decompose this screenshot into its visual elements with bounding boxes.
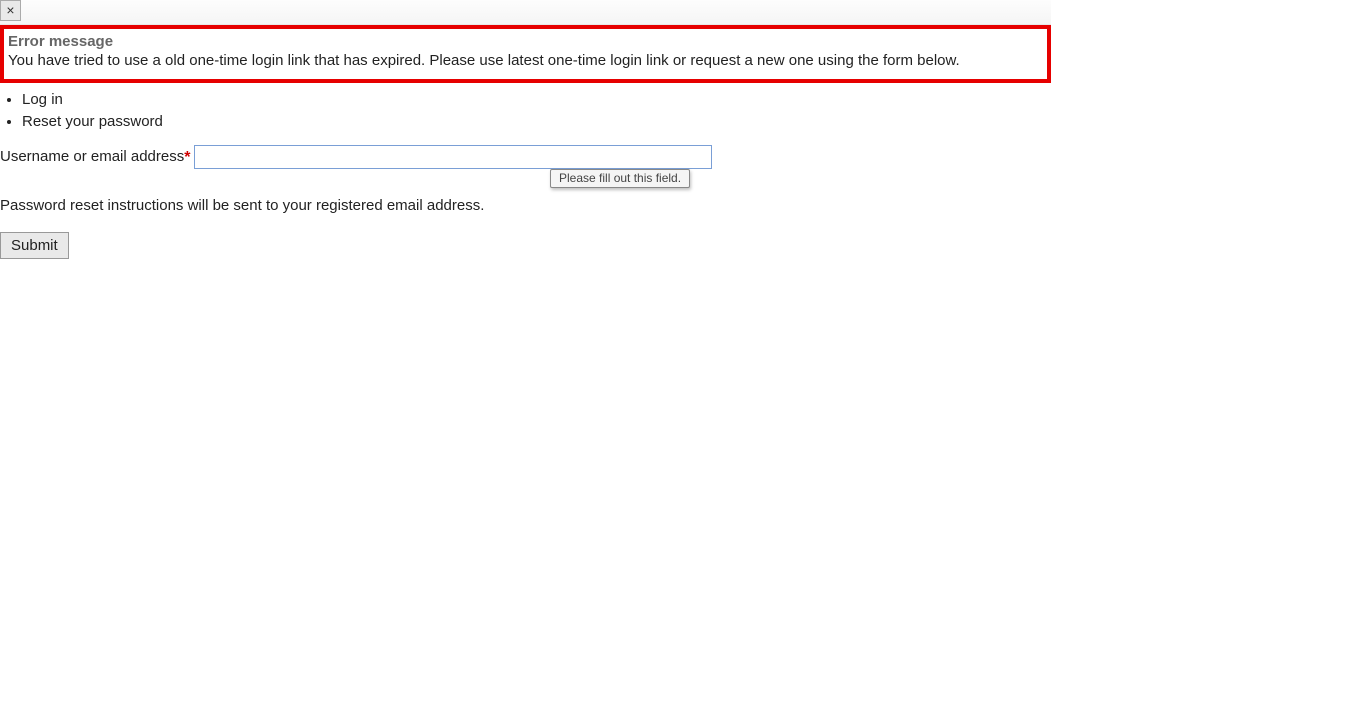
error-message-box: Error message You have tried to use a ol…: [0, 25, 1051, 83]
nav-list: Log in Reset your password: [0, 89, 1372, 133]
close-button[interactable]: ×: [0, 0, 21, 21]
username-label: Username or email address: [0, 148, 184, 165]
nav-reset-password[interactable]: Reset your password: [22, 111, 1372, 133]
error-body: You have tried to use a old one-time log…: [8, 52, 1043, 69]
help-text: Password reset instructions will be sent…: [0, 197, 1372, 214]
top-bar: ×: [0, 0, 1051, 25]
error-title: Error message: [8, 33, 1043, 50]
username-input[interactable]: [194, 145, 712, 169]
nav-login[interactable]: Log in: [22, 89, 1372, 111]
required-star-icon: *: [184, 149, 190, 167]
username-row: Username or email address* Please fill o…: [0, 145, 1372, 169]
validation-tooltip: Please fill out this field.: [550, 169, 690, 188]
submit-button[interactable]: Submit: [0, 232, 69, 259]
